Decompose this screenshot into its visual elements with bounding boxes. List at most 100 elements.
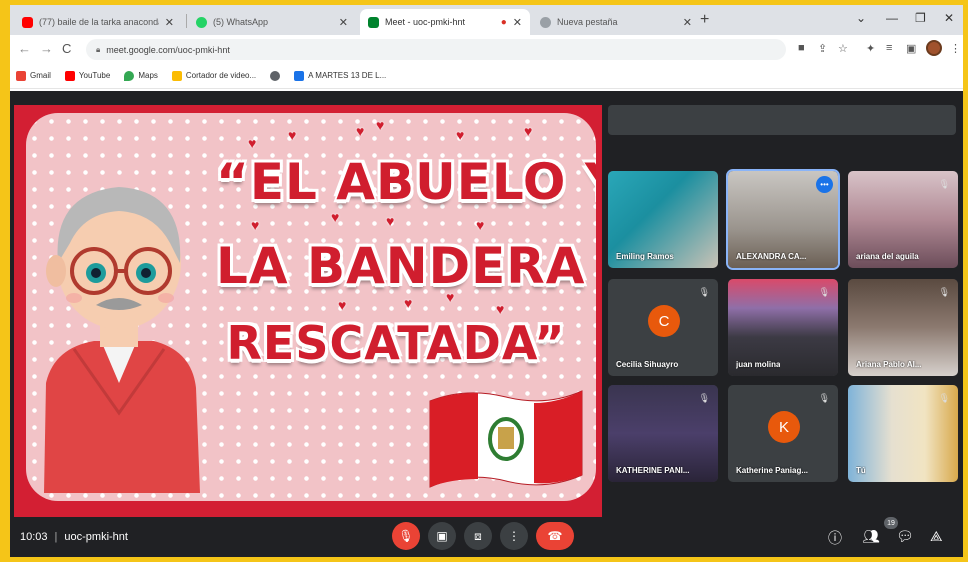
close-icon[interactable]: ✕ [339,16,348,29]
participant-tile[interactable]: ••• ALEXANDRA CA... [726,169,840,270]
youtube-icon [22,16,33,28]
heart-icon: ♥ [386,213,395,229]
participant-tile[interactable]: Emiling Ramos [608,171,718,268]
slide-background: “EL ABUELO Y LA BANDERA RESCATADA” ♥ ♥ ♥… [26,113,596,501]
tab-separator [186,14,187,28]
meet-control-bar: 10:03 | uoc-pmki-hnt 🎙︎ ▣ ⧈ ⋮ ☎︎ ⓘ 👥︎ 19 💬… [10,517,963,557]
bookmark-label: Cortador de video... [185,71,257,80]
tab-title: Nueva pestaña [557,17,618,27]
mic-off-icon: 🎙︎ [818,287,830,297]
maximize-button[interactable]: ❐ [915,11,926,25]
meet-icon [368,16,379,28]
bookmark-gmail[interactable]: Gmail [16,70,51,81]
camera-toggle-button[interactable]: ▣ [428,522,456,550]
meet-workspace: “EL ABUELO Y LA BANDERA RESCATADA” ♥ ♥ ♥… [10,91,963,557]
meeting-clock: 10:03 [20,531,48,543]
mic-off-icon: 🎙︎ [938,393,950,403]
participant-name: Cecilia Sihuayro [616,360,679,369]
extension-icon[interactable]: ✦ [866,42,875,55]
mic-off-icon: 🎙︎ [398,529,414,543]
bookmark-globe[interactable] [270,70,281,81]
window-close-button[interactable]: ✕ [944,11,954,25]
slide-title-line-2: LA BANDERA [216,237,586,295]
bookmark-youtube[interactable]: YouTube [64,70,111,81]
bookmark-label: Gmail [30,71,51,80]
share-icon[interactable]: ⇪ [818,42,827,55]
bookmark-label: YouTube [78,71,111,80]
bookmark-maps[interactable]: Maps [124,70,158,81]
chrome-icon [540,16,551,28]
back-icon[interactable]: ← [18,41,31,56]
heart-icon: ♥ [251,217,260,233]
mic-off-icon: 🎙︎ [698,287,710,297]
video-cutter-icon [171,70,182,81]
maps-pin-icon [124,70,135,81]
more-options-button[interactable]: ⋮ [500,522,528,550]
participant-tile-self[interactable]: 🎙︎ Tú [848,385,958,482]
close-icon[interactable]: ✕ [165,16,174,29]
url-text: meet.google.com/uoc-pmki-hnt [106,44,230,55]
browser-tab-active[interactable]: Meet - uoc-pmki-hnt ● ✕ [360,9,530,35]
media-icon[interactable]: ≡ [886,42,892,54]
participant-name: ALEXANDRA CA... [736,252,807,261]
heart-icon: ♥ [404,295,413,311]
participant-tile[interactable]: 🎙︎ juan molina [728,279,838,376]
camera-indicator-icon[interactable]: ■ [798,42,805,54]
participant-name: juan molina [736,360,781,369]
new-tab-button[interactable]: + [700,11,709,29]
participant-tile[interactable]: 🎙︎ ariana del aguila [848,171,958,268]
mic-toggle-button[interactable]: 🎙︎ [392,522,420,550]
browser-tab[interactable]: (77) baile de la tarka anaconda - ✕ [14,9,182,35]
forward-icon[interactable]: → [40,41,53,56]
heart-icon: ♥ [456,127,465,143]
activities-icon[interactable]: ⟁ [930,528,943,545]
browser-tab[interactable]: (5) WhatsApp ✕ [188,9,356,35]
close-icon[interactable]: ✕ [683,16,692,29]
bookmark-drive[interactable]: A MARTES 13 DE L... [294,70,386,81]
participant-tile[interactable]: 🎙︎ C Cecilia Sihuayro [608,279,718,376]
bookmark-label: Maps [138,71,158,80]
participant-name: Emiling Ramos [616,252,674,261]
slide-title-line-1: “EL ABUELO Y [216,153,596,211]
mic-off-icon: 🎙︎ [818,393,830,403]
end-call-button[interactable]: ☎︎ [536,522,574,550]
participant-name: KATHERINE PANI... [616,466,690,475]
tab-title: (77) baile de la tarka anaconda - [39,17,159,27]
heart-icon: ♥ [524,123,533,139]
participant-name: ariana del aguila [856,252,919,261]
recording-dot-icon: ● [500,16,507,28]
present-screen-button[interactable]: ⧈ [464,522,492,550]
profile-avatar[interactable] [926,40,942,56]
more-options-icon[interactable]: ••• [816,176,833,193]
mic-off-icon: 🎙︎ [698,393,710,403]
side-panel-icon[interactable]: ▣ [906,42,916,55]
more-menu-icon[interactable]: ⋮ [950,42,961,55]
bookmark-star-icon[interactable]: ☆ [838,42,848,55]
mic-off-icon: 🎙︎ [938,179,950,189]
gmail-icon [16,70,26,81]
reload-icon[interactable]: C [62,41,71,56]
participant-name: Ariana Pablo Al... [856,360,922,369]
heart-icon: ♥ [331,209,340,225]
participant-name: Tú [856,466,866,475]
info-icon[interactable]: ⓘ [828,528,842,548]
present-icon: ⧈ [474,528,482,543]
participant-name: Katherine Paniag... [736,466,809,475]
youtube-icon [64,70,75,81]
participant-tile[interactable]: 🎙︎ K Katherine Paniag... [728,385,838,482]
people-icon[interactable]: 👥︎ [862,528,880,545]
chat-icon[interactable]: 💬︎ [896,528,914,545]
browser-tab[interactable]: Nueva pestaña ✕ [532,9,700,35]
address-bar[interactable]: 🔒︎ meet.google.com/uoc-pmki-hnt [86,39,786,60]
bookmarks-bar: Gmail YouTube Maps Cortador de video... … [10,63,963,89]
meeting-code: uoc-pmki-hnt [64,531,128,543]
participant-tile[interactable]: 🎙︎ KATHERINE PANI... [608,385,718,482]
close-icon[interactable]: ✕ [513,16,522,29]
camera-icon: ▣ [436,529,448,543]
participant-avatar: C [648,305,680,337]
browser-toolbar: ← → C 🔒︎ meet.google.com/uoc-pmki-hnt ■ … [10,35,963,63]
minimize-button[interactable]: — [886,11,898,25]
participant-tile[interactable]: 🎙︎ Ariana Pablo Al... [848,279,958,376]
chevron-down-icon[interactable]: ⌄ [856,11,866,25]
bookmark-video-cutter[interactable]: Cortador de video... [171,70,257,81]
